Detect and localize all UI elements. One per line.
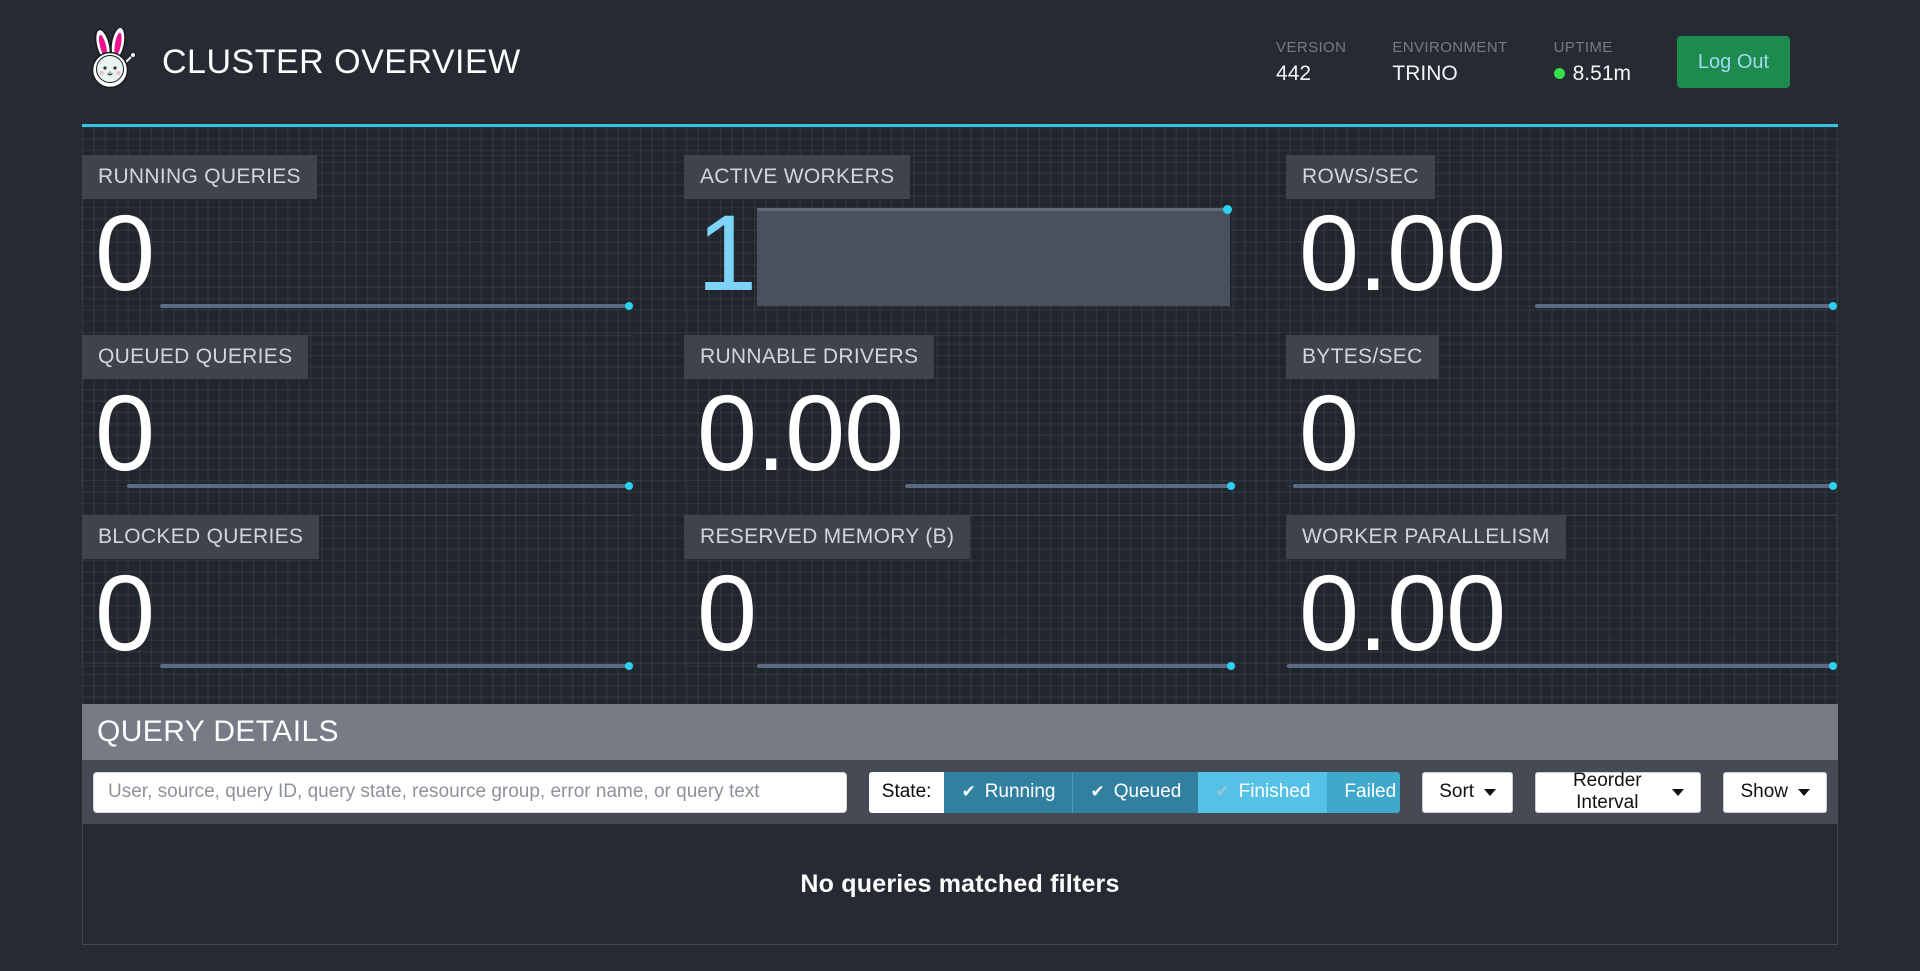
stat-value: 0.00 (697, 383, 903, 482)
check-icon: ✔ (1090, 782, 1104, 802)
query-filter-toolbar: State: ✔ Running ✔ Queued ✔ Finished Fai… (82, 760, 1838, 824)
reorder-interval-label: Reorder Interval (1552, 770, 1662, 814)
state-button-label: Running (985, 781, 1056, 803)
sort-label: Sort (1439, 781, 1474, 803)
environment-label: ENVIRONMENT (1392, 39, 1507, 56)
stat-value: 0 (697, 563, 756, 662)
version-stat: VERSION 442 (1276, 39, 1346, 86)
stat-card-runnable-drivers: RUNNABLE DRIVERS 0.00 (684, 335, 1236, 487)
chevron-down-icon (1798, 789, 1810, 796)
check-icon: ✔ (1215, 782, 1229, 802)
sort-dropdown-button[interactable]: Sort (1422, 772, 1513, 813)
uptime-stat: UPTIME 8.51m (1554, 39, 1631, 86)
stat-card-blocked-queries: BLOCKED QUERIES 0 (82, 515, 634, 667)
check-icon: ✔ (961, 782, 975, 802)
stat-card-rows-per-sec: ROWS/SEC 0.00 (1286, 155, 1838, 307)
stat-value: 0.00 (1299, 203, 1505, 302)
version-label: VERSION (1276, 39, 1346, 56)
empty-results-message: No queries matched filters (800, 870, 1119, 899)
toolbar-right-group: Sort Reorder Interval Show (1422, 772, 1827, 813)
header-right: VERSION 442 ENVIRONMENT TRINO UPTIME 8.5… (1276, 36, 1790, 88)
sparkline-area (757, 208, 1231, 306)
uptime-value: 8.51m (1573, 62, 1631, 86)
sparkline (1287, 664, 1835, 668)
stat-card-active-workers: ACTIVE WORKERS 1 (684, 155, 1236, 307)
uptime-label: UPTIME (1554, 39, 1631, 56)
show-dropdown-button[interactable]: Show (1723, 772, 1827, 813)
sparkline (1293, 484, 1836, 488)
app-header: CLUSTER OVERVIEW VERSION 442 ENVIRONMENT… (82, 0, 1838, 127)
sparkline (905, 484, 1233, 488)
state-filter-finished-button[interactable]: ✔ Finished (1198, 772, 1327, 813)
stat-value: 0 (95, 383, 154, 482)
state-filter-group: State: ✔ Running ✔ Queued ✔ Finished Fai… (869, 772, 1400, 813)
stat-card-bytes-per-sec: BYTES/SEC 0 (1286, 335, 1838, 487)
query-details-title: QUERY DETAILS (82, 704, 1838, 760)
uptime-status-dot-icon (1554, 68, 1565, 79)
environment-value: TRINO (1392, 62, 1507, 86)
stat-card-running-queries: RUNNING QUERIES 0 (82, 155, 634, 307)
sparkline (160, 304, 631, 308)
sparkline (160, 664, 631, 668)
stat-card-queued-queries: QUEUED QUERIES 0 (82, 335, 634, 487)
query-search-input[interactable] (93, 772, 847, 813)
stat-card-reserved-memory: RESERVED MEMORY (B) 0 (684, 515, 1236, 667)
logout-button[interactable]: Log Out (1677, 36, 1790, 88)
sparkline (757, 664, 1234, 668)
chevron-down-icon (1484, 789, 1496, 796)
stat-value: 0 (95, 203, 154, 302)
cluster-stats-grid: RUNNING QUERIES 0 ACTIVE WORKERS 1 ROWS/… (82, 127, 1838, 704)
state-filter-queued-button[interactable]: ✔ Queued (1072, 772, 1198, 813)
environment-stat: ENVIRONMENT TRINO (1392, 39, 1507, 86)
show-label: Show (1740, 781, 1788, 803)
reorder-interval-dropdown-button[interactable]: Reorder Interval (1535, 772, 1701, 813)
query-results-panel: No queries matched filters (82, 824, 1838, 945)
trino-bunny-logo-icon (82, 28, 140, 97)
uptime-value-wrap: 8.51m (1554, 62, 1631, 86)
sparkline (1535, 304, 1836, 308)
state-filter-failed-dropdown[interactable]: Failed (1327, 772, 1400, 813)
state-filter-label: State: (869, 772, 945, 813)
stat-value: 1 (697, 203, 756, 302)
page-title: CLUSTER OVERVIEW (162, 43, 521, 82)
page-container: CLUSTER OVERVIEW VERSION 442 ENVIRONMENT… (82, 0, 1838, 945)
stat-card-worker-parallelism: WORKER PARALLELISM 0.00 (1286, 515, 1838, 667)
chevron-down-icon (1672, 789, 1684, 796)
state-button-label: Failed (1344, 781, 1396, 803)
state-filter-running-button[interactable]: ✔ Running (944, 772, 1072, 813)
brand: CLUSTER OVERVIEW (82, 28, 521, 97)
stat-value: 0.00 (1299, 563, 1505, 662)
state-button-label: Queued (1114, 781, 1182, 803)
state-button-label: Finished (1239, 781, 1311, 803)
stat-value: 0 (1299, 383, 1358, 482)
version-value: 442 (1276, 62, 1346, 86)
sparkline (127, 484, 631, 488)
stat-value: 0 (95, 563, 154, 662)
